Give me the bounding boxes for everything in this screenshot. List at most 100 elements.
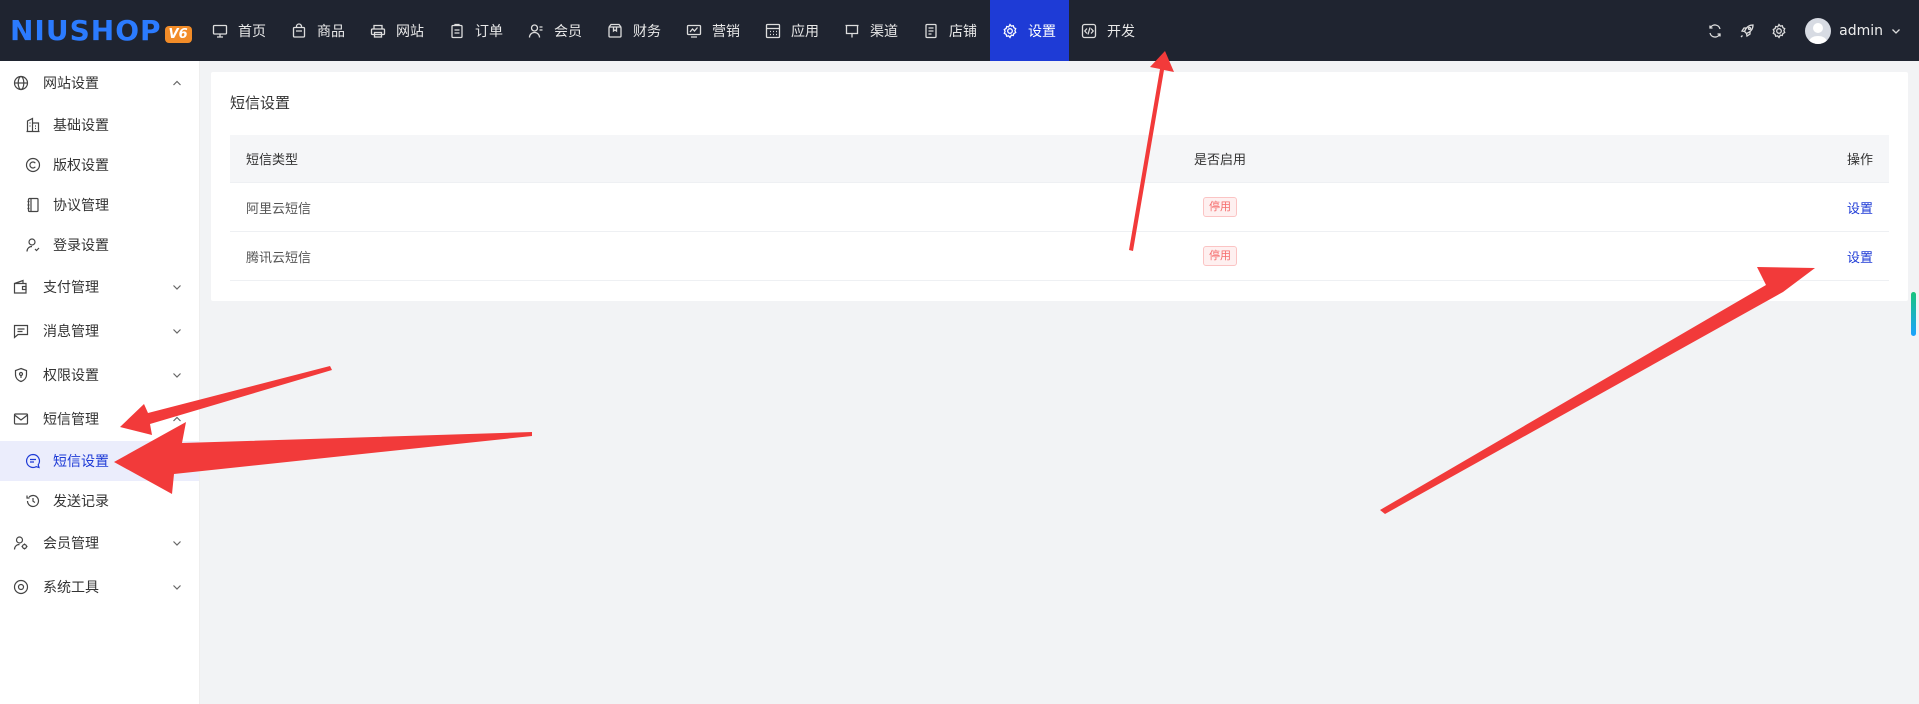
chat-icon <box>25 453 41 469</box>
top-navbar: NIUSHOP V6 首页 商品 网站 订单 会员 财务 营销 应用 渠道 店铺… <box>0 0 1919 61</box>
printer-icon <box>370 23 386 39</box>
logo-version-badge: V6 <box>164 26 192 43</box>
mail-icon <box>13 411 29 427</box>
rocket-icon[interactable] <box>1739 23 1755 39</box>
sidebar-item-copyright-settings[interactable]: 版权设置 <box>0 145 199 185</box>
settings-link[interactable]: 设置 <box>1847 251 1873 266</box>
nav-item-finance[interactable]: 财务 <box>595 0 674 61</box>
sidebar-item-label: 基础设置 <box>53 118 109 134</box>
user-icon <box>528 23 544 39</box>
top-right-tools: admin <box>1691 0 1901 61</box>
sidebar-item-sms-settings[interactable]: 短信设置 <box>0 441 199 481</box>
nav-label: 首页 <box>238 23 266 40</box>
sidebar-group-system-tools[interactable]: 系统工具 <box>0 565 199 609</box>
sms-table: 短信类型 是否启用 操作 阿里云短信 停用 设置 腾讯云短信 停用 设置 <box>230 135 1889 281</box>
sidebar-group-label: 支付管理 <box>43 280 99 296</box>
avatar[interactable] <box>1805 17 1832 44</box>
page-title: 短信设置 <box>230 94 291 112</box>
sidebar: 网站设置 基础设置 版权设置 协议管理 登录设置 支付管理 消息管理 权限设置 … <box>0 61 200 704</box>
logo[interactable]: NIUSHOP V6 <box>0 0 200 61</box>
nav-item-marketing[interactable]: 营销 <box>674 0 753 61</box>
board-icon <box>844 23 860 39</box>
status-badge: 停用 <box>1203 246 1237 266</box>
nav-label: 订单 <box>475 23 503 40</box>
user-gear-icon <box>13 535 29 551</box>
header-action: 操作 <box>1846 153 1873 168</box>
sidebar-item-label: 短信设置 <box>53 454 109 470</box>
chevron-up-icon <box>171 77 183 89</box>
sidebar-item-login-settings[interactable]: 登录设置 <box>0 225 199 265</box>
notebook-icon <box>25 197 41 213</box>
nav-item-store[interactable]: 店铺 <box>911 0 990 61</box>
chevron-down-icon <box>171 325 183 337</box>
clipboard-icon <box>449 23 465 39</box>
nav-label: 财务 <box>633 23 661 40</box>
table-row: 腾讯云短信 停用 设置 <box>230 232 1889 281</box>
main-nav: 首页 商品 网站 订单 会员 财务 营销 应用 渠道 店铺 设置 开发 <box>200 0 1148 61</box>
sidebar-group-messages[interactable]: 消息管理 <box>0 309 199 353</box>
sidebar-group-member-management[interactable]: 会员管理 <box>0 521 199 565</box>
sms-type-cell: 腾讯云短信 <box>246 250 312 266</box>
sidebar-group-payment[interactable]: 支付管理 <box>0 265 199 309</box>
nav-label: 开发 <box>1107 23 1135 40</box>
nav-item-home[interactable]: 首页 <box>200 0 279 61</box>
action-cell: 设置 <box>1370 198 1889 217</box>
sidebar-group-website-settings[interactable]: 网站设置 <box>0 61 199 105</box>
nav-label: 营销 <box>712 23 740 40</box>
chevron-up-icon <box>171 413 183 425</box>
refresh-icon[interactable] <box>1707 23 1723 39</box>
nav-item-apps[interactable]: 应用 <box>753 0 832 61</box>
nav-item-website[interactable]: 网站 <box>358 0 437 61</box>
nav-item-channels[interactable]: 渠道 <box>832 0 911 61</box>
box-icon <box>607 23 623 39</box>
sidebar-item-send-records[interactable]: 发送记录 <box>0 481 199 521</box>
nav-item-settings[interactable]: 设置 <box>990 0 1069 61</box>
sidebar-group-permissions[interactable]: 权限设置 <box>0 353 199 397</box>
sidebar-group-label: 会员管理 <box>43 536 99 552</box>
annotation-arrow-to-settings-link <box>1380 267 1815 514</box>
sidebar-group-label: 网站设置 <box>43 76 99 92</box>
gear-icon[interactable] <box>1771 22 1787 39</box>
settings-link[interactable]: 设置 <box>1847 202 1873 217</box>
sidebar-item-label: 发送记录 <box>53 494 109 510</box>
target-icon <box>13 579 29 595</box>
nav-label: 会员 <box>554 23 582 40</box>
sidebar-group-label: 短信管理 <box>43 412 99 428</box>
globe-icon <box>13 75 29 91</box>
username[interactable]: admin <box>1839 23 1883 39</box>
document-icon <box>923 23 939 39</box>
sidebar-item-agreement-management[interactable]: 协议管理 <box>0 185 199 225</box>
message-icon <box>13 323 29 339</box>
sidebar-item-label: 登录设置 <box>53 238 109 254</box>
sidebar-group-label: 权限设置 <box>43 368 99 384</box>
nav-item-goods[interactable]: 商品 <box>279 0 358 61</box>
sidebar-item-basic-settings[interactable]: 基础设置 <box>0 105 199 145</box>
building-icon <box>25 117 41 133</box>
calculator-icon <box>765 23 781 39</box>
nav-item-develop[interactable]: 开发 <box>1069 0 1148 61</box>
chevron-down-icon <box>171 369 183 381</box>
chart-screen-icon <box>686 23 702 39</box>
action-cell: 设置 <box>1370 247 1889 266</box>
nav-label: 渠道 <box>870 23 898 40</box>
nav-item-orders[interactable]: 订单 <box>437 0 516 61</box>
sidebar-group-sms[interactable]: 短信管理 <box>0 397 199 441</box>
monitor-icon <box>212 23 228 39</box>
scroll-indicator[interactable] <box>1911 292 1916 336</box>
header-sms-type: 短信类型 <box>246 153 299 168</box>
nav-label: 商品 <box>317 23 345 40</box>
chevron-down-icon <box>171 581 183 593</box>
sidebar-item-label: 版权设置 <box>53 158 109 174</box>
sidebar-item-label: 协议管理 <box>53 198 109 214</box>
status-cell: 停用 <box>1070 197 1370 217</box>
nav-label: 网站 <box>396 23 424 40</box>
nav-label: 店铺 <box>949 23 977 40</box>
nav-label: 设置 <box>1028 23 1056 40</box>
status-cell: 停用 <box>1070 246 1370 266</box>
nav-item-members[interactable]: 会员 <box>516 0 595 61</box>
sidebar-group-label: 消息管理 <box>43 324 99 340</box>
chevron-down-icon[interactable] <box>1891 26 1901 36</box>
wallet-icon <box>13 279 29 295</box>
nav-label: 应用 <box>791 23 819 40</box>
gear-icon <box>1002 22 1018 39</box>
